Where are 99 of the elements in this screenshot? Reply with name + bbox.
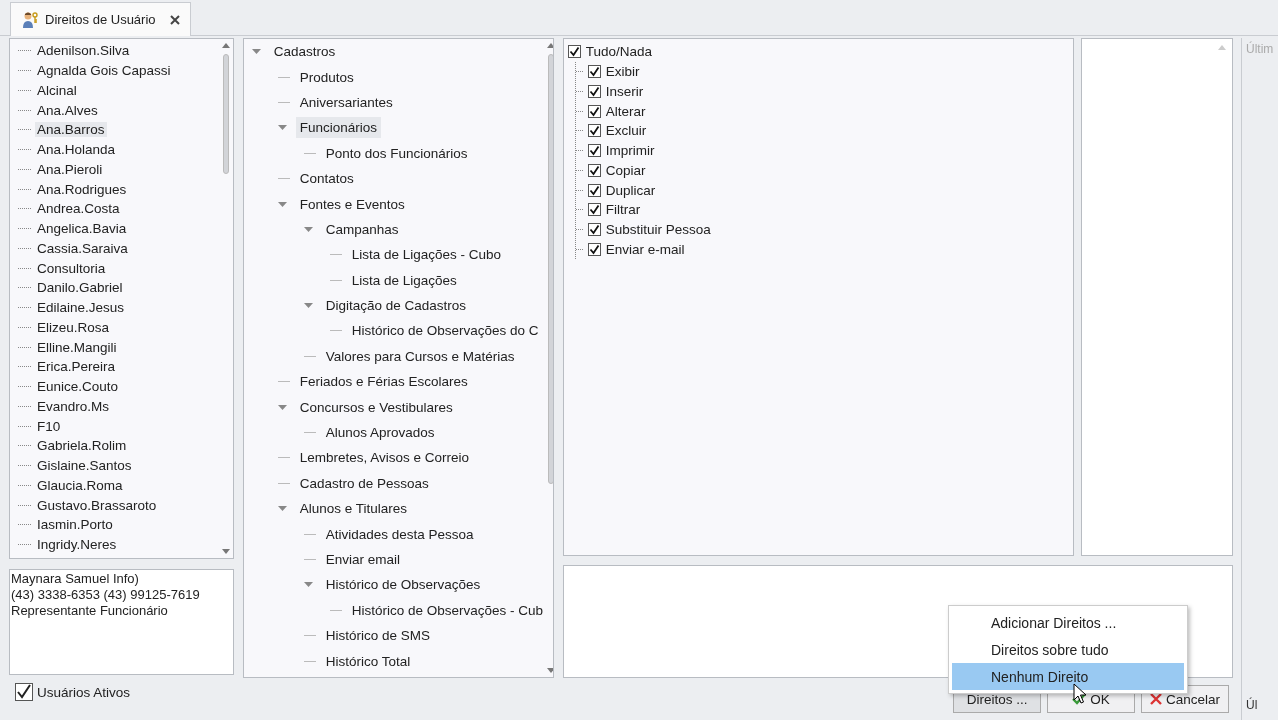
user-item[interactable]: Erica.Pereira <box>35 359 118 375</box>
user-item[interactable]: Gabriela.Rolim <box>35 438 129 454</box>
expand-arrow-icon[interactable] <box>251 47 261 57</box>
tree-item[interactable]: Fontes e Eventos <box>295 193 409 215</box>
scroll-down-icon[interactable] <box>547 668 553 673</box>
side-panel-label: Úl <box>1246 698 1259 712</box>
user-item[interactable]: Ana.Barros <box>35 122 107 138</box>
checkbox-label[interactable]: Excluir <box>605 123 647 139</box>
checkbox[interactable] <box>587 223 601 237</box>
user-item[interactable]: Eunice.Couto <box>35 379 121 395</box>
tree-item[interactable]: Alunos Aprovados <box>321 422 439 444</box>
user-item[interactable]: Ana.Pieroli <box>35 161 105 177</box>
side-panel-header: Últim <box>1246 40 1275 56</box>
checkbox-label[interactable]: Enviar e-mail <box>605 241 685 257</box>
checkbox[interactable] <box>587 65 601 79</box>
checkbox[interactable] <box>587 242 601 256</box>
checkbox-label[interactable]: Imprimir <box>605 143 655 159</box>
user-item[interactable]: Agnalda Gois Capassi <box>35 63 173 79</box>
user-item[interactable]: Gislaine.Santos <box>35 458 134 474</box>
user-item[interactable]: Glaucia.Roma <box>35 477 125 493</box>
tree-item[interactable]: Aniversariantes <box>295 91 397 113</box>
tree-item[interactable]: Atividades desta Pessoa <box>321 523 478 545</box>
menu-item[interactable]: Direitos sobre tudo <box>952 636 1184 663</box>
checkbox[interactable] <box>587 124 601 138</box>
checkbox-label[interactable]: Usuários Ativos <box>37 684 131 700</box>
expand-arrow-icon[interactable] <box>303 580 313 590</box>
user-item[interactable]: Danilo.Gabriel <box>35 280 125 296</box>
user-key-icon <box>21 10 39 29</box>
checkbox-label[interactable]: Filtrar <box>605 202 641 218</box>
info-text: (43) 3338-6353 (43) 99125-7619 <box>11 587 201 603</box>
user-item[interactable]: F10 <box>35 418 63 434</box>
scroll-up-icon[interactable] <box>221 43 230 48</box>
user-item[interactable]: Consultoria <box>35 260 108 276</box>
checkbox[interactable] <box>587 104 601 118</box>
checkbox[interactable] <box>587 183 601 197</box>
user-item[interactable]: Ana.Alves <box>35 102 100 118</box>
tree-item[interactable]: Histórico de SMS <box>321 625 435 647</box>
user-item[interactable]: Iasmin.Porto <box>35 517 115 533</box>
menu-item[interactable]: Adicionar Direitos ... <box>952 609 1184 636</box>
tree-item[interactable]: Ponto dos Funcionários <box>321 142 472 164</box>
checkbox[interactable] <box>587 144 601 158</box>
expand-arrow-icon[interactable] <box>277 402 287 412</box>
tree-item[interactable]: Histórico de Observações <box>321 574 485 596</box>
user-item[interactable]: Elline.Mangili <box>35 339 119 355</box>
checkbox[interactable] <box>15 683 33 701</box>
tree-item[interactable]: Lista de Ligações <box>347 269 461 291</box>
tree-item[interactable]: Histórico Total <box>321 650 415 672</box>
user-item[interactable]: Andrea.Costa <box>35 201 122 217</box>
document-tab[interactable]: Direitos de Usuário <box>10 2 191 36</box>
user-item[interactable]: Edilaine.Jesus <box>35 300 127 316</box>
info-text: Representante Funcionário <box>11 603 169 619</box>
expand-arrow-icon[interactable] <box>303 224 313 234</box>
checkbox-label[interactable]: Inserir <box>605 83 644 99</box>
tree-item[interactable]: Produtos <box>295 66 358 88</box>
close-icon[interactable] <box>169 14 180 25</box>
expand-arrow-icon[interactable] <box>277 504 287 514</box>
expand-arrow-icon[interactable] <box>277 199 287 209</box>
menu-item[interactable]: Nenhum Direito <box>952 663 1184 690</box>
checkbox-label[interactable]: Tudo/Nada <box>585 44 653 60</box>
scroll-down-icon[interactable] <box>221 549 230 554</box>
tree-item[interactable]: Alunos e Titulares <box>295 498 412 520</box>
user-item[interactable]: Cassia.Saraiva <box>35 240 130 256</box>
checkbox-label[interactable]: Exibir <box>605 64 640 80</box>
tree-item[interactable]: Lembretes, Avisos e Correio <box>295 447 474 469</box>
tree-item[interactable]: Cadastro de Pessoas <box>295 472 433 494</box>
tree-item[interactable]: Funcionários <box>295 117 382 139</box>
tree-item[interactable]: Contatos <box>295 168 358 190</box>
user-item[interactable]: Angelica.Bavia <box>35 221 129 237</box>
user-item[interactable]: Ana.Holanda <box>35 142 118 158</box>
checkbox-label[interactable]: Alterar <box>605 103 646 119</box>
user-item[interactable]: Ingridy.Neres <box>35 537 119 553</box>
tree-item[interactable]: Concursos e Vestibulares <box>295 396 457 418</box>
tree-item[interactable]: Cadastros <box>269 41 340 63</box>
checkbox-label[interactable]: Substituir Pessoa <box>605 222 711 238</box>
user-item[interactable]: Gustavo.Brassaroto <box>35 497 159 513</box>
tree-item[interactable]: Campanhas <box>321 218 403 240</box>
checkbox-label[interactable]: Copiar <box>605 162 646 178</box>
checkbox-label[interactable]: Duplicar <box>605 182 656 198</box>
checkbox[interactable] <box>587 84 601 98</box>
tree-item[interactable]: Digitação de Cadastros <box>321 295 471 317</box>
info-text: Maynara Samuel Info) <box>11 571 140 587</box>
checkbox[interactable] <box>567 45 581 59</box>
tree-item[interactable]: Lista de Ligações - Cubo <box>347 244 506 266</box>
scroll-up-icon[interactable] <box>547 43 553 48</box>
cross-icon <box>1150 693 1162 705</box>
expand-arrow-icon[interactable] <box>277 123 287 133</box>
tree-item[interactable]: Enviar email <box>321 549 405 570</box>
checkbox[interactable] <box>587 203 601 217</box>
tree-item[interactable]: Feriados e Férias Escolares <box>295 371 472 393</box>
expand-arrow-icon[interactable] <box>303 301 313 311</box>
user-item[interactable]: Elizeu.Rosa <box>35 319 112 335</box>
user-item[interactable]: Ana.Rodrigues <box>35 181 129 197</box>
user-item[interactable]: Adenilson.Silva <box>35 43 132 59</box>
tree-item[interactable]: Histórico de Observações do C <box>347 320 543 342</box>
tree-item[interactable]: Histórico de Observações - Cub <box>347 599 548 621</box>
user-item[interactable]: Evandro.Ms <box>35 398 112 414</box>
tree-item[interactable]: Valores para Cursos e Matérias <box>321 345 519 367</box>
user-item[interactable]: Alcinal <box>35 82 79 98</box>
checkbox[interactable] <box>587 163 601 177</box>
